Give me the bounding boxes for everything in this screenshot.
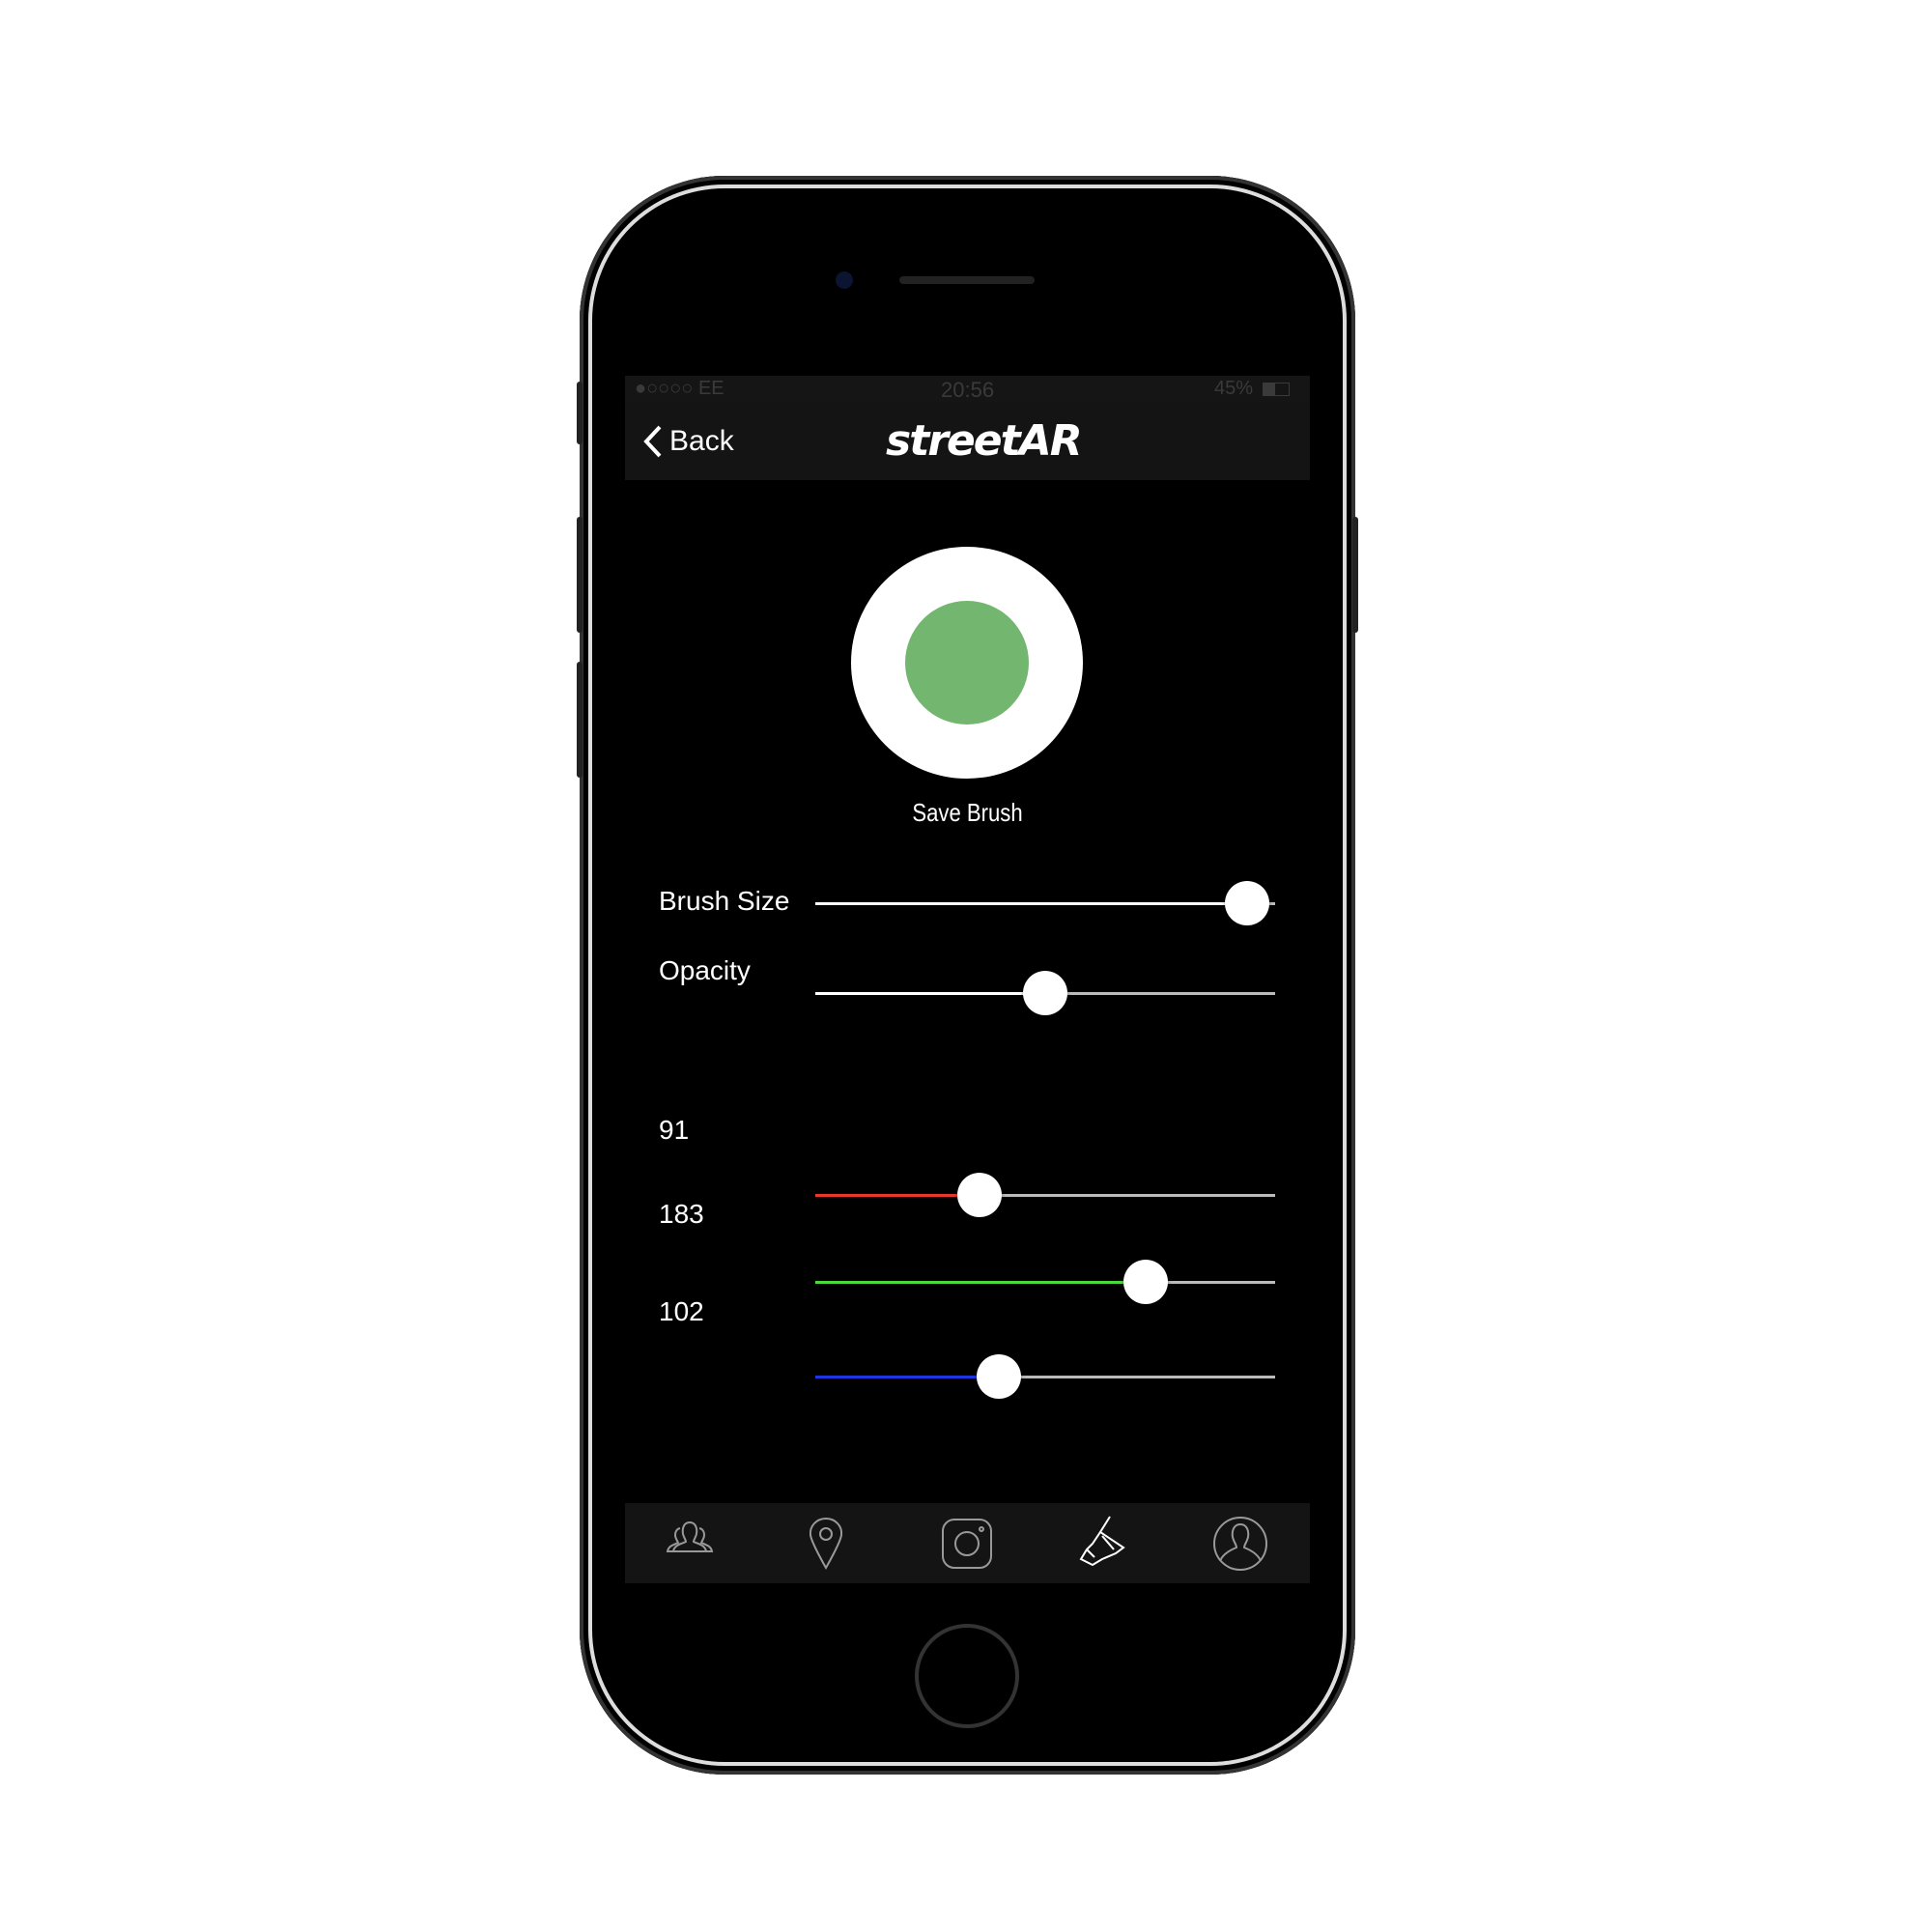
opacity-label: Opacity (659, 955, 751, 985)
screen: ●○○○○ EE 20:56 45% Back streetAR Save Br… (625, 376, 1310, 1583)
power-button (1352, 517, 1358, 633)
chevron-left-icon (643, 425, 662, 458)
slider-thumb[interactable] (1122, 1260, 1168, 1304)
front-camera (836, 271, 853, 289)
tab-bar (625, 1503, 1310, 1583)
camera-icon (942, 1519, 992, 1569)
community-icon (666, 1520, 714, 1552)
speaker-grille (899, 276, 1035, 284)
battery-icon (1263, 383, 1290, 396)
battery-percent: 45% (1214, 378, 1254, 399)
carrier: ●○○○○ EE (635, 378, 724, 399)
slider-thumb[interactable] (1225, 881, 1270, 925)
volume-down-button (577, 662, 582, 778)
save-brush-label[interactable]: Save Brush (676, 798, 1259, 828)
green-slider[interactable] (815, 1260, 1275, 1304)
brush-size-slider[interactable] (815, 881, 1275, 925)
mute-switch (577, 382, 582, 444)
slider-thumb[interactable] (977, 1354, 1022, 1399)
brush-size-label: Brush Size (659, 886, 790, 916)
tab-brush[interactable] (1073, 1515, 1131, 1573)
app-logo: streetAR (886, 416, 1083, 466)
status-bar: ●○○○○ EE 20:56 45% (625, 376, 1310, 403)
brush-icon (1079, 1516, 1125, 1567)
volume-up-button (577, 517, 582, 633)
tab-camera[interactable] (938, 1515, 996, 1573)
back-label: Back (669, 425, 734, 457)
brush-preview-button[interactable] (851, 547, 1083, 779)
slider-thumb[interactable] (1023, 971, 1067, 1015)
green-value: 183 (659, 1199, 704, 1229)
location-pin-icon (809, 1517, 843, 1571)
clock: 20:56 (941, 378, 995, 402)
brush-color-swatch (905, 601, 1029, 724)
red-value: 91 (659, 1115, 690, 1145)
tab-map[interactable] (797, 1515, 855, 1573)
tab-profile[interactable] (1211, 1515, 1269, 1573)
profile-icon (1213, 1517, 1267, 1571)
opacity-slider[interactable] (815, 971, 1275, 1015)
blue-value: 102 (659, 1296, 704, 1326)
slider-thumb[interactable] (956, 1173, 1002, 1217)
tab-community[interactable] (661, 1515, 719, 1573)
back-button[interactable]: Back (642, 420, 734, 463)
red-slider[interactable] (815, 1173, 1275, 1217)
nav-bar: Back streetAR (625, 403, 1310, 480)
home-button[interactable] (915, 1624, 1019, 1728)
blue-slider[interactable] (815, 1354, 1275, 1399)
